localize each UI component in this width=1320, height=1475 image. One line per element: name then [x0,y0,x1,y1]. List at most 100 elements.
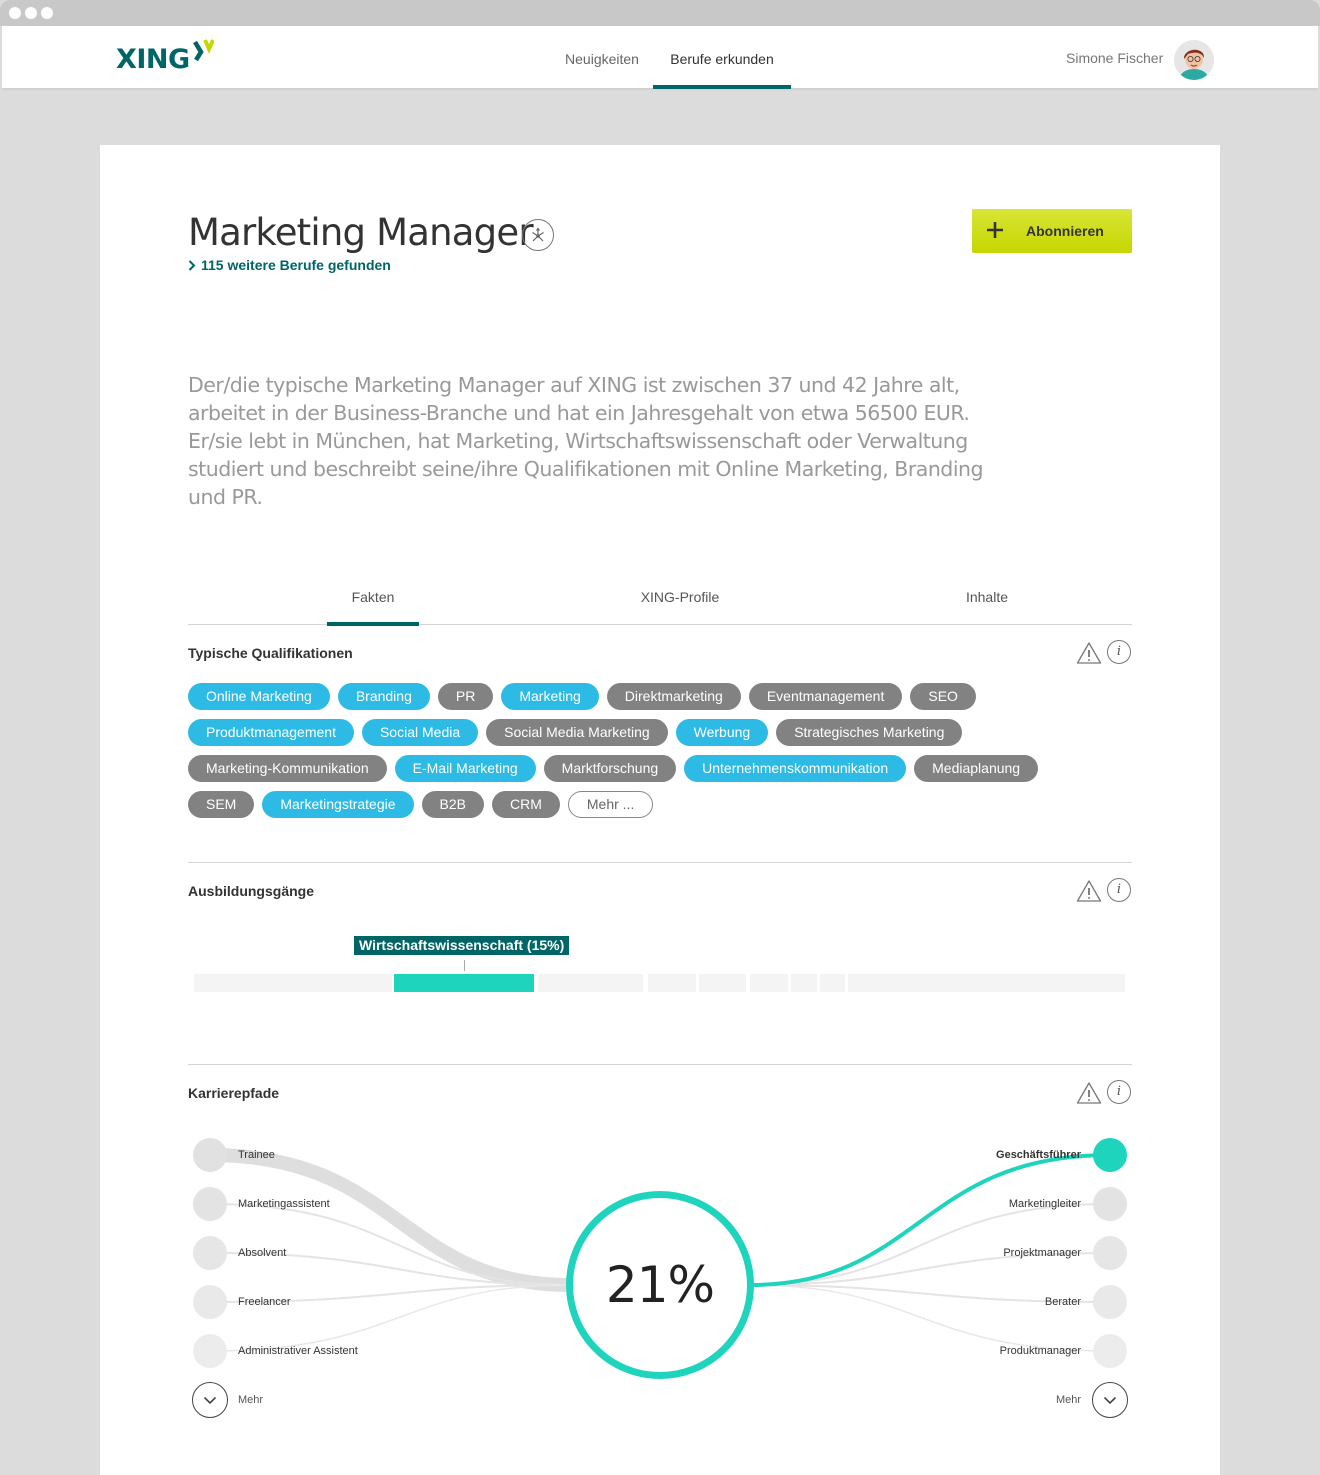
more-jobs-link[interactable]: 115 weitere Berufe gefunden [188,257,391,273]
career-next-label[interactable]: Projektmanager [881,1247,1081,1259]
section-divider [188,1064,1132,1065]
career-next-label[interactable]: Geschäftsführer [881,1149,1081,1161]
warning-icon[interactable] [1076,879,1102,903]
tag-row: SEM Marketingstrategie B2B CRM Mehr ... [188,791,1132,818]
education-segment-highlight[interactable] [394,974,534,992]
qualification-tag[interactable]: Direktmarketing [606,683,741,710]
education-segment[interactable] [750,974,788,992]
section-divider [188,862,1132,863]
window-dot-icon[interactable] [9,7,21,19]
qualification-tag[interactable]: Unternehmenskommunikation [684,755,907,782]
qualification-tag[interactable]: Werbung [675,719,769,746]
education-segment[interactable] [820,974,845,992]
career-node-previous[interactable] [193,1187,227,1221]
window-dot-icon[interactable] [41,7,53,19]
qualification-tag[interactable]: PR [437,683,494,710]
career-more-label[interactable]: Mehr [238,1394,263,1406]
tab-inhalte[interactable]: Inhalte [949,575,1025,625]
education-segment[interactable] [538,974,643,992]
career-node-next[interactable] [1093,1334,1127,1368]
info-icon[interactable]: i [1107,640,1131,664]
plus-icon [987,222,1003,238]
career-next-label[interactable]: Produktmanager [881,1345,1081,1357]
qualification-tag[interactable]: Produktmanagement [188,719,354,746]
career-next-label[interactable]: Berater [881,1296,1081,1308]
tab-fakten[interactable]: Fakten [327,575,419,626]
qualification-tag[interactable]: SEM [188,791,255,818]
page-title: Marketing Manager [188,211,534,254]
career-more-next-button[interactable] [1092,1382,1128,1418]
chevron-right-icon [188,259,196,271]
education-highlight-label: Wirtschaftswissenschaft (15%) [354,936,570,955]
career-more-label[interactable]: Mehr [981,1394,1081,1406]
career-node-next[interactable] [1093,1138,1127,1172]
xing-x-icon [192,39,214,62]
nav-tab-neuigkeiten[interactable]: Neuigkeiten [561,26,643,89]
career-previous-label[interactable]: Freelancer [238,1296,291,1308]
qualification-tags: Online Marketing Branding PR Marketing Direk… [188,683,1132,827]
qualification-tag[interactable]: Marketingstrategie [262,791,414,818]
nav-tab-berufe-erkunden[interactable]: Berufe erkunden [653,26,791,89]
career-previous-label[interactable]: Administrativer Assistent [238,1345,358,1357]
career-node-next[interactable] [1093,1285,1127,1319]
career-previous-label[interactable]: Trainee [238,1149,275,1161]
subscribe-button[interactable]: Abonnieren [972,209,1132,253]
career-previous-label[interactable]: Absolvent [238,1247,286,1259]
tag-row: Online Marketing Branding PR Marketing Direk… [188,683,1132,710]
chevron-down-icon [203,1396,217,1404]
career-node-previous[interactable] [193,1285,227,1319]
career-node-next[interactable] [1093,1187,1127,1221]
career-more-previous-button[interactable] [192,1382,228,1418]
career-title: Karrierepfade [188,1085,280,1101]
warning-icon[interactable] [1076,641,1102,665]
qualification-tag[interactable]: Eventmanagement [748,683,903,710]
education-segment[interactable] [791,974,817,992]
career-previous-label[interactable]: Marketingassistent [238,1198,330,1210]
career-node-previous[interactable] [193,1236,227,1270]
education-tick [464,960,465,971]
career-node-previous[interactable] [193,1138,227,1172]
qualification-tag[interactable]: SEO [910,683,976,710]
content-card: Marketing Manager 115 weitere Berufe gef… [100,145,1220,1475]
info-icon[interactable]: i [1107,1080,1131,1104]
qualifications-more-button[interactable]: Mehr ... [567,791,654,818]
tag-row: Marketing-Kommunikation E-Mail Marketing M… [188,755,1132,782]
tab-xing-profile[interactable]: XING-Profile [624,575,736,625]
content-tabs: Fakten XING-Profile Inhalte [188,575,1132,626]
career-node-next[interactable] [1093,1236,1127,1270]
career-next-label[interactable]: Marketingleiter [881,1198,1081,1210]
xing-logo[interactable]: XING [116,39,214,77]
info-icon[interactable]: i [1107,878,1131,902]
qualifications-title: Typische Qualifikationen [188,645,353,661]
window-dot-icon[interactable] [25,7,37,19]
career-node-previous[interactable] [193,1334,227,1368]
qualification-tag[interactable]: Marketing-Kommunikation [188,755,387,782]
chevron-down-icon [1103,1396,1117,1404]
warning-icon[interactable] [1076,1081,1102,1105]
qualification-tag[interactable]: Social Media [361,719,479,746]
qualification-tag[interactable]: E-Mail Marketing [394,755,536,782]
qualification-tag[interactable]: Online Marketing [188,683,330,710]
qualification-tag[interactable]: Social Media Marketing [486,719,668,746]
education-segment[interactable] [194,974,392,992]
job-description: Der/die typische Marketing Manager auf X… [188,373,984,509]
qualification-tag[interactable]: Branding [337,683,430,710]
qualification-tag[interactable]: CRM [491,791,560,818]
education-segment[interactable] [699,974,746,992]
tag-row: Produktmanagement Social Media Social Medi… [188,719,1132,746]
qualification-tag[interactable]: Strategisches Marketing [776,719,963,746]
education-title: Ausbildungsgänge [188,883,314,899]
share-icon[interactable] [522,219,554,251]
qualification-tag[interactable]: Mediaplanung [914,755,1039,782]
browser-chrome [0,0,1320,26]
career-percentage: 21% [566,1191,754,1379]
avatar[interactable] [1174,40,1214,80]
qualification-tag[interactable]: Marktforschung [543,755,677,782]
education-segment[interactable] [848,974,1125,992]
qualification-tag[interactable]: B2B [421,791,484,818]
education-segment[interactable] [648,974,696,992]
user-name[interactable]: Simone Fischer [1066,50,1163,66]
network-icon [532,227,544,242]
top-navigation: XING Neuigkeiten Berufe erkunden Simone … [2,26,1318,89]
qualification-tag[interactable]: Marketing [501,683,599,710]
